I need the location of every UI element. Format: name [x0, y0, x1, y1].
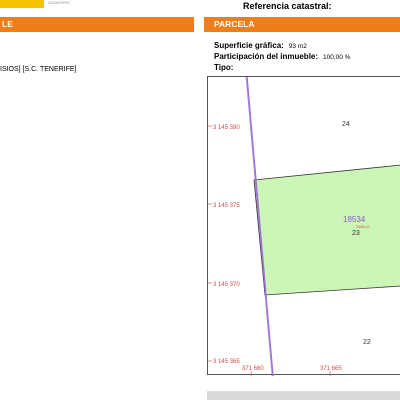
left-section-header: LE	[0, 17, 194, 31]
cadastral-map[interactable]: 3 145 380 3 145 375 3 145 370 3 145 365 …	[207, 76, 400, 377]
lot-label-24: 24	[342, 121, 350, 128]
y-tick-label: 3 145 380	[213, 125, 240, 131]
tipo-label: Tipo:	[214, 63, 234, 72]
parcel-sub-label: SUELO	[356, 224, 370, 229]
x-tick-label: 371 665	[320, 366, 342, 372]
parcela-section-rule	[204, 31, 400, 32]
parcel-polygon[interactable]	[253, 164, 400, 296]
parcela-section-header: PARCELA	[204, 17, 400, 31]
y-tick-group	[208, 125, 212, 362]
left-section-rule	[0, 31, 194, 32]
parcel-number-label: 18534	[343, 215, 366, 224]
lot-label-23: 23	[352, 230, 360, 237]
x-tick-label: 371 660	[242, 366, 264, 372]
tipo-row: Tipo:	[214, 57, 238, 75]
y-tick-label: 3 145 370	[213, 282, 240, 288]
referencia-catastral-label: Referencia catastral:	[243, 1, 332, 11]
catastro-logo	[0, 0, 44, 8]
participacion-value: 100,00 %	[323, 54, 351, 61]
address-text: ISIOS] [S.C. TENERIFE]	[0, 66, 77, 73]
map-footer-bar	[207, 391, 400, 400]
y-tick-label: 3 145 365	[213, 359, 240, 365]
logo-text: CATASTRO	[48, 0, 70, 5]
map-canvas: 3 145 380 3 145 375 3 145 370 3 145 365 …	[208, 76, 400, 377]
y-tick-label: 3 145 375	[213, 203, 240, 209]
lot-label-22: 22	[363, 339, 371, 346]
